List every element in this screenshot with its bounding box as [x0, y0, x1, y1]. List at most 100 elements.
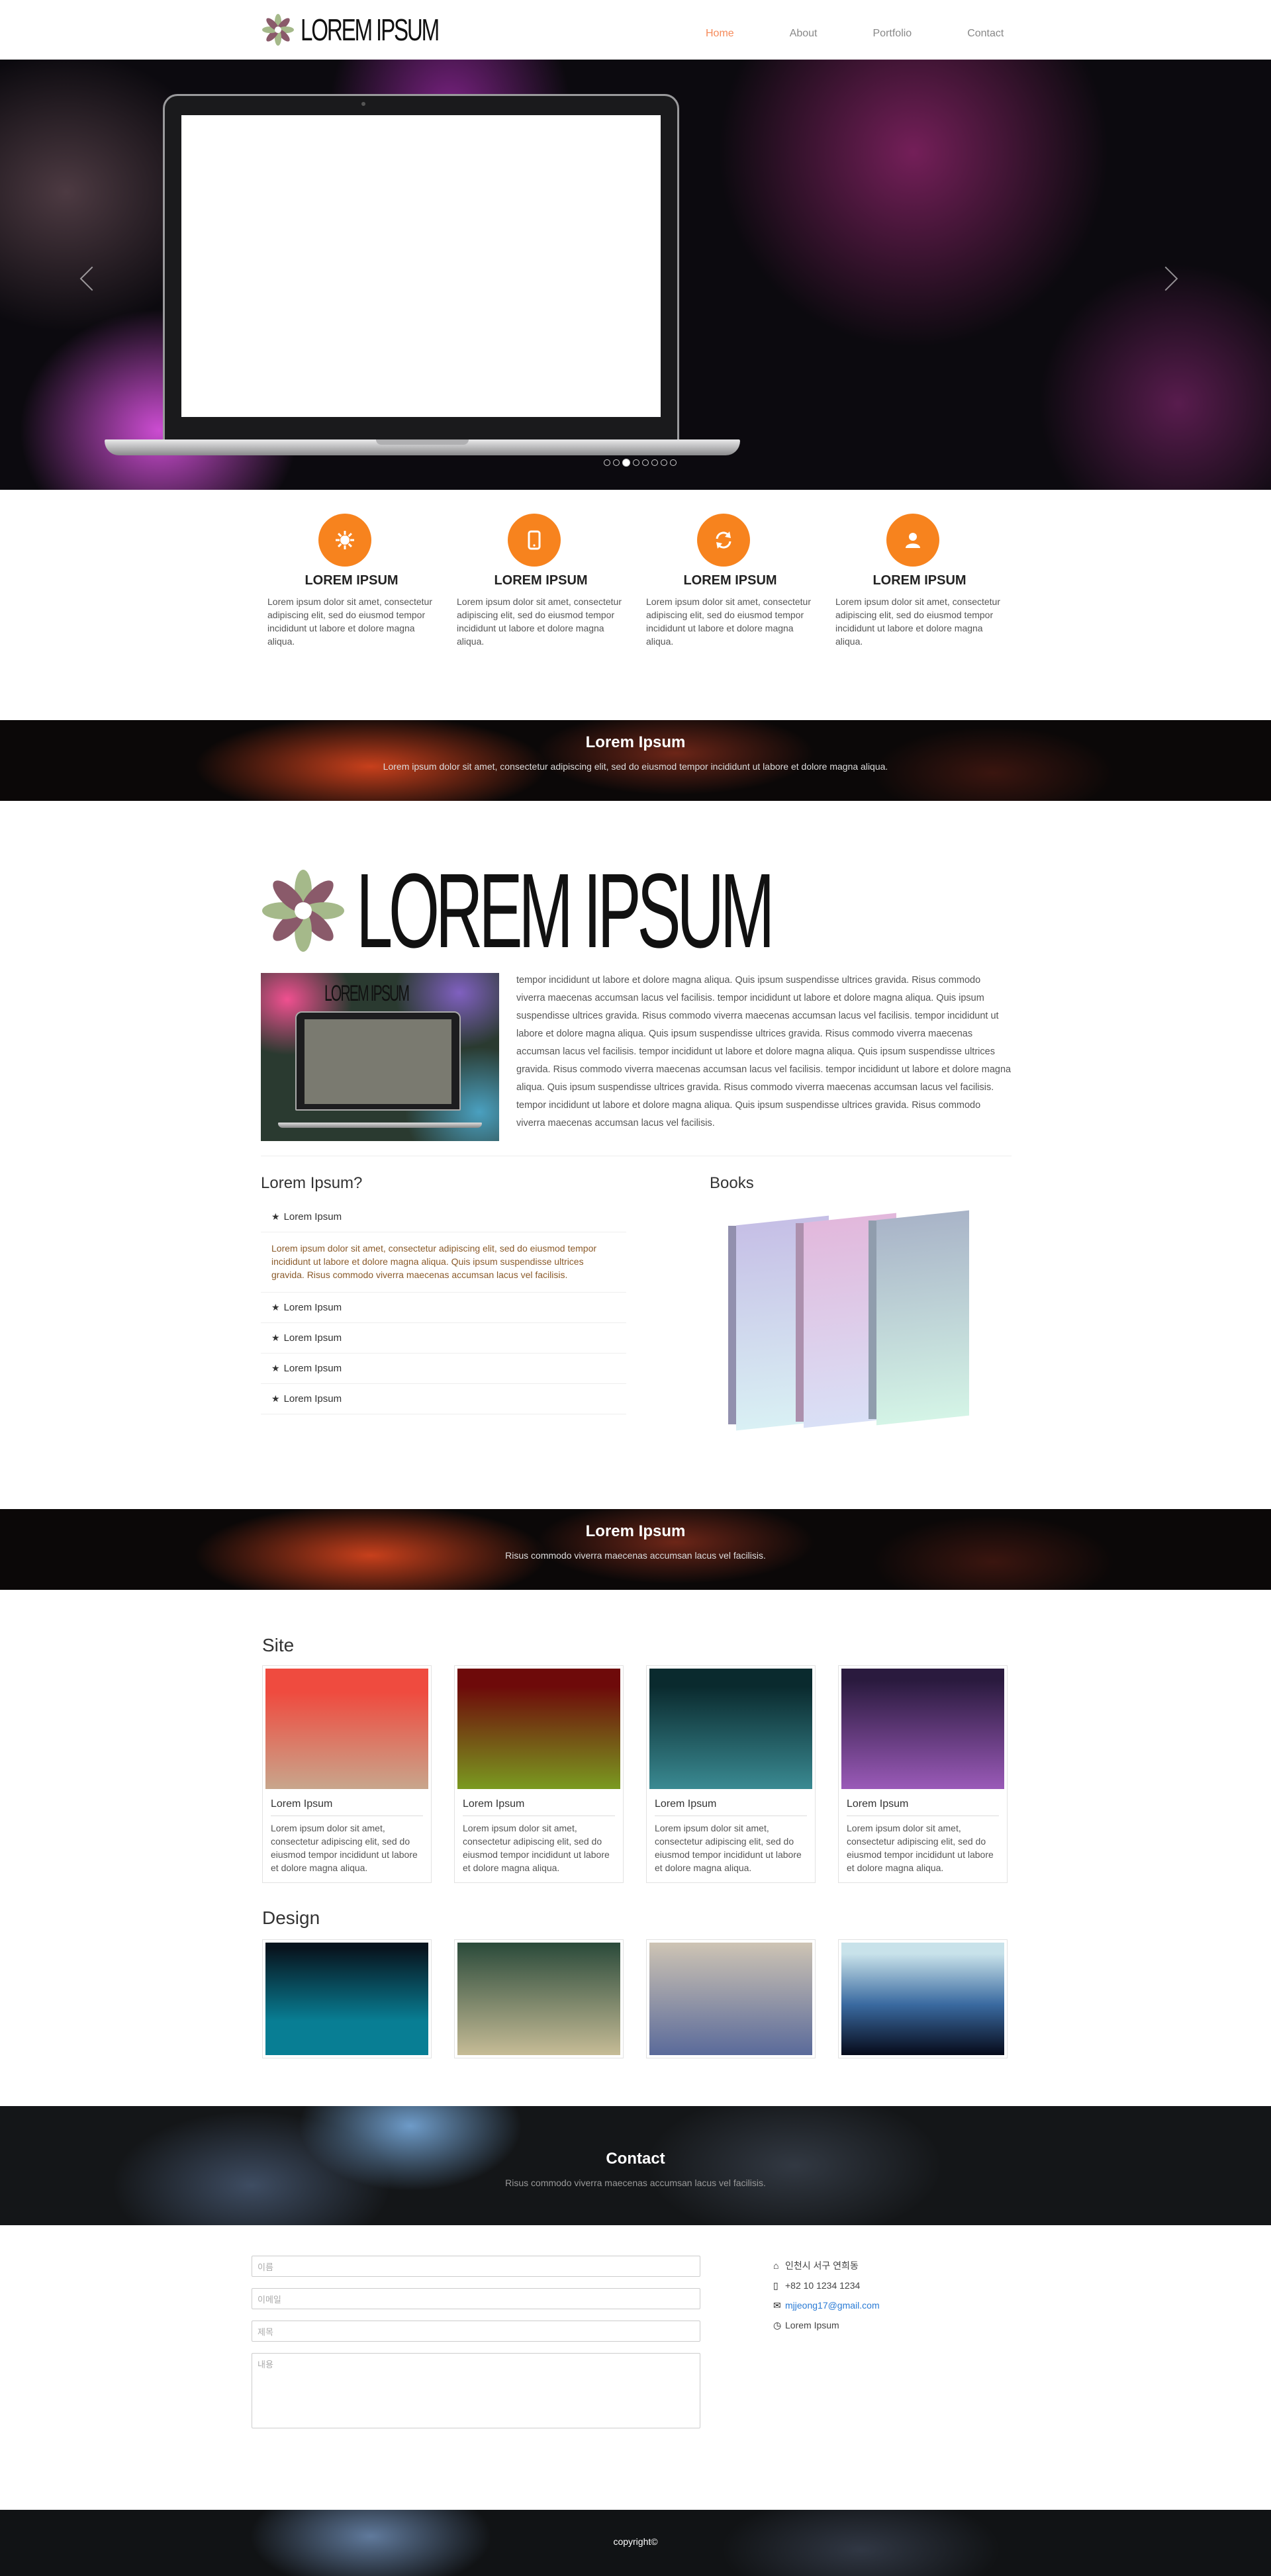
- card-image: [457, 1669, 620, 1789]
- phone-icon: ▯: [773, 2279, 778, 2291]
- sun-icon: [318, 514, 371, 567]
- about-image: LOREM IPSUM: [261, 973, 499, 1141]
- card-image: [841, 1943, 1004, 2055]
- faq-section: Lorem Ipsum? ★ Lorem Ipsum Lorem ipsum do…: [261, 1174, 626, 1414]
- contact-text: Risus commodo viverra maecenas accumsan …: [505, 2178, 766, 2188]
- flower-logo-icon: [262, 14, 294, 46]
- feature-text: Lorem ipsum dolor sit amet, consectetur …: [646, 596, 811, 647]
- card-image: [649, 1943, 812, 2055]
- faq-item-body: Lorem ipsum dolor sit amet, consectetur …: [261, 1232, 626, 1293]
- about-logo: LOREM IPSUM: [262, 858, 1025, 964]
- faq-item[interactable]: ★ Lorem Ipsum: [261, 1293, 626, 1323]
- phone-icon: [508, 514, 561, 567]
- about-paragraph: tempor incididunt ut labore et dolore ma…: [516, 975, 1012, 1128]
- faq-item[interactable]: ★ Lorem Ipsum: [261, 1354, 626, 1384]
- slide-dot-active[interactable]: [622, 459, 630, 467]
- star-icon: ★: [271, 1332, 280, 1343]
- contact-banner: Contact Risus commodo viverra maecenas a…: [0, 2106, 1271, 2225]
- menu-portfolio[interactable]: Portfolio: [873, 28, 912, 40]
- slide-indicators: [604, 459, 677, 467]
- about-logo-text: LOREM IPSUM: [356, 851, 775, 970]
- main-menu: Home About Portfolio Contact: [706, 28, 1059, 40]
- faq-item[interactable]: ★ Lorem Ipsum: [261, 1202, 626, 1232]
- address-row: ⌂ 인천시 서구 연희동: [773, 2260, 859, 2271]
- design-card[interactable]: [838, 1939, 1008, 2058]
- menu-home[interactable]: Home: [706, 28, 734, 40]
- card-image: [265, 1669, 428, 1789]
- image-laptop-base: [278, 1123, 482, 1128]
- feature-item: LOREM IPSUM Lorem ipsum dolor sit amet, …: [262, 514, 441, 648]
- site-title: Site: [262, 1635, 295, 1655]
- feature-item: LOREM IPSUM Lorem ipsum dolor sit amet, …: [451, 514, 630, 648]
- menu-about[interactable]: About: [790, 28, 818, 40]
- flower-logo-icon: [262, 870, 344, 952]
- subject-field[interactable]: 제목: [252, 2321, 700, 2342]
- card-image: [841, 1669, 1004, 1789]
- email-field[interactable]: 이메일: [252, 2288, 700, 2309]
- faq-accordion: ★ Lorem Ipsum Lorem ipsum dolor sit amet,…: [261, 1202, 626, 1414]
- feature-title: LOREM IPSUM: [494, 573, 588, 588]
- email-row: ✉ mjjeong17@gmail.com: [773, 2295, 880, 2315]
- books-section: Books: [710, 1174, 1014, 1431]
- contact-info: ⌂ 인천시 서구 연희동 ▯ +82 10 1234 1234 ✉ mjjeong17…: [773, 2256, 880, 2335]
- home-icon: ⌂: [773, 2260, 779, 2271]
- design-card[interactable]: [262, 1939, 432, 2058]
- banner-text: Lorem ipsum dolor sit amet, consectetur …: [383, 761, 888, 772]
- star-icon: ★: [271, 1363, 280, 1373]
- contact-title: Contact: [606, 2150, 665, 2168]
- image-logo-text: LOREM IPSUM: [324, 981, 410, 1006]
- card-image: [265, 1943, 428, 2055]
- laptop-image: [105, 94, 740, 458]
- email-link[interactable]: mjjeong17@gmail.com: [785, 2300, 880, 2311]
- slide-dot[interactable]: [661, 459, 667, 466]
- slide-dot[interactable]: [651, 459, 658, 466]
- slide-dot[interactable]: [604, 459, 610, 466]
- banner-text: Risus commodo viverra maecenas accumsan …: [505, 1550, 766, 1561]
- card-title: Lorem Ipsum: [655, 1798, 807, 1816]
- star-icon: ★: [271, 1211, 280, 1222]
- laptop-screen: [181, 115, 661, 417]
- faq-title: Lorem Ipsum?: [261, 1174, 363, 1192]
- logo-text: LOREM IPSUM: [301, 13, 440, 47]
- design-card[interactable]: [454, 1939, 624, 2058]
- site-card[interactable]: Lorem Ipsum Lorem ipsum dolor sit amet, …: [646, 1665, 816, 1883]
- banner-title: Lorem Ipsum: [585, 1522, 686, 1540]
- mail-icon: ✉: [773, 2299, 781, 2311]
- name-field[interactable]: 이름: [252, 2256, 700, 2277]
- feature-item: LOREM IPSUM Lorem ipsum dolor sit amet, …: [830, 514, 1009, 648]
- card-title: Lorem Ipsum: [463, 1798, 615, 1816]
- card-image: [457, 1943, 620, 2055]
- card-text: Lorem ipsum dolor sit amet, consectetur …: [847, 1823, 994, 1873]
- feature-text: Lorem ipsum dolor sit amet, consectetur …: [835, 596, 1000, 647]
- slide-dot[interactable]: [633, 459, 639, 466]
- faq-item[interactable]: ★ Lorem Ipsum: [261, 1323, 626, 1354]
- design-card[interactable]: [646, 1939, 816, 2058]
- features-section: LOREM IPSUM Lorem ipsum dolor sit amet, …: [262, 514, 1017, 659]
- design-title: Design: [262, 1908, 320, 1928]
- slide-dot[interactable]: [642, 459, 649, 466]
- menu-contact[interactable]: Contact: [967, 28, 1004, 40]
- slide-dot[interactable]: [613, 459, 620, 466]
- refresh-icon: [697, 514, 750, 567]
- faq-item[interactable]: ★ Lorem Ipsum: [261, 1384, 626, 1414]
- next-slide-icon[interactable]: [1153, 266, 1178, 291]
- card-text: Lorem ipsum dolor sit amet, consectetur …: [271, 1823, 418, 1873]
- card-text: Lorem ipsum dolor sit amet, consectetur …: [463, 1823, 610, 1873]
- card-text: Lorem ipsum dolor sit amet, consectetur …: [655, 1823, 802, 1873]
- star-icon: ★: [271, 1302, 280, 1312]
- site-card[interactable]: Lorem Ipsum Lorem ipsum dolor sit amet, …: [838, 1665, 1008, 1883]
- other-row: ◷ Lorem Ipsum: [773, 2319, 839, 2331]
- site-logo[interactable]: LOREM IPSUM: [262, 13, 492, 47]
- slide-dot[interactable]: [670, 459, 677, 466]
- banner-section: Lorem Ipsum Lorem ipsum dolor sit amet, …: [0, 720, 1271, 801]
- feature-text: Lorem ipsum dolor sit amet, consectetur …: [267, 596, 432, 647]
- feature-title: LOREM IPSUM: [305, 573, 399, 588]
- site-card[interactable]: Lorem Ipsum Lorem ipsum dolor sit amet, …: [262, 1665, 432, 1883]
- site-card[interactable]: Lorem Ipsum Lorem ipsum dolor sit amet, …: [454, 1665, 624, 1883]
- feature-text: Lorem ipsum dolor sit amet, consectetur …: [457, 596, 622, 647]
- banner-section: Lorem Ipsum Risus commodo viverra maecen…: [0, 1509, 1271, 1590]
- book-image: [869, 1207, 969, 1426]
- message-field[interactable]: 내용: [252, 2353, 700, 2428]
- prev-slide-icon[interactable]: [79, 266, 105, 291]
- feature-item: LOREM IPSUM Lorem ipsum dolor sit amet, …: [641, 514, 820, 648]
